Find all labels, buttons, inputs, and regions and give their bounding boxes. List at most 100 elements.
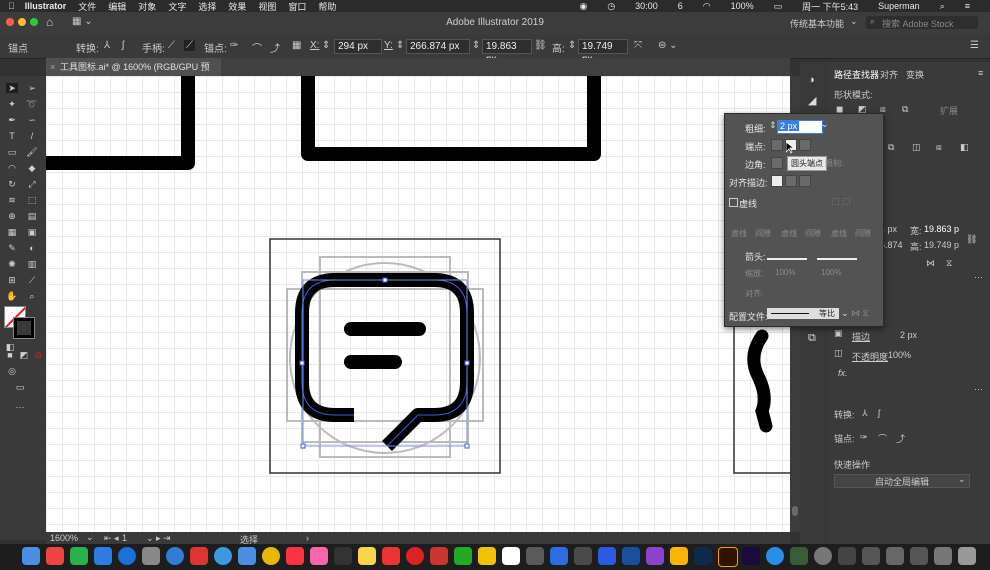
- cut-path-icon[interactable]: ⤴: [270, 40, 280, 55]
- y-stepper-icon[interactable]: ⇕: [396, 40, 404, 51]
- chrome-icon[interactable]: [262, 547, 280, 565]
- curvature-tool-icon[interactable]: ∽: [26, 115, 38, 125]
- x-field[interactable]: 294 px: [334, 39, 382, 54]
- menu-help[interactable]: 帮助: [318, 0, 336, 13]
- remove-anchor-icon[interactable]: ✑: [230, 40, 238, 51]
- menu-view[interactable]: 视图: [258, 0, 276, 13]
- user-name[interactable]: Superman: [878, 1, 920, 11]
- shape-builder-tool-icon[interactable]: ⊕: [6, 211, 18, 221]
- crop-icon[interactable]: ◧: [960, 142, 969, 153]
- app-icon[interactable]: [334, 547, 352, 565]
- sketch-icon[interactable]: [670, 547, 688, 565]
- stroke-weight-field[interactable]: 2 px: [777, 120, 823, 134]
- start-global-edit-button[interactable]: 启动全局编辑: [834, 474, 970, 488]
- app-icon[interactable]: [526, 547, 544, 565]
- lasso-tool-icon[interactable]: ➰: [26, 99, 38, 109]
- profile-select[interactable]: 等比: [767, 308, 839, 319]
- app-icon[interactable]: [166, 547, 184, 565]
- perspective-grid-tool-icon[interactable]: ▤: [26, 211, 38, 221]
- photoshop-icon[interactable]: [694, 547, 712, 565]
- eyedropper-tool-icon[interactable]: ✎: [6, 243, 18, 253]
- artboards-panel-icon[interactable]: ⧉: [808, 332, 816, 345]
- shaper-tool-icon[interactable]: ◠: [6, 163, 18, 173]
- chevron-down-icon[interactable]: ⌄: [958, 474, 966, 485]
- system-preferences-icon[interactable]: [814, 547, 832, 565]
- badge-count[interactable]: 6: [678, 1, 683, 11]
- wifi-icon[interactable]: ◠: [703, 1, 711, 12]
- link-icon[interactable]: ⛓: [966, 234, 977, 245]
- h-stepper-icon[interactable]: ⇕: [568, 40, 576, 51]
- isolate-anchors-icon[interactable]: ▦: [292, 40, 301, 51]
- app-icon[interactable]: [454, 547, 472, 565]
- close-icon[interactable]: ×: [50, 58, 55, 76]
- stroke-swatch-icon[interactable]: ▣: [834, 328, 843, 339]
- notes-icon[interactable]: [358, 547, 376, 565]
- app-icon[interactable]: [622, 547, 640, 565]
- edit-toolbar-icon[interactable]: ···: [14, 402, 26, 412]
- align-outside-button[interactable]: [799, 175, 811, 187]
- eraser-tool-icon[interactable]: ◆: [26, 163, 38, 173]
- align-center-button[interactable]: [771, 175, 783, 187]
- app-icon[interactable]: [94, 547, 112, 565]
- y-field[interactable]: 266.874 px: [406, 39, 470, 54]
- app-icon[interactable]: [838, 547, 856, 565]
- merge-icon[interactable]: ⧈: [936, 142, 942, 153]
- width-tool-icon[interactable]: ≋: [6, 195, 18, 205]
- miter-join-button[interactable]: [771, 157, 783, 169]
- stock-search-field[interactable]: ⌕ 搜索 Adobe Stock: [866, 16, 978, 29]
- music-icon[interactable]: [286, 547, 304, 565]
- expand-button[interactable]: 扩展: [940, 104, 958, 117]
- paintbrush-tool-icon[interactable]: 🖌: [26, 147, 38, 157]
- flip-profile-icon[interactable]: ⋈ ⧖: [851, 308, 869, 319]
- w-field[interactable]: 19.863 px: [482, 39, 532, 65]
- h-value[interactable]: 19.749 p: [924, 240, 959, 250]
- zoom-tool-icon[interactable]: ⌕: [26, 291, 38, 301]
- slice-tool-icon[interactable]: ⟋: [26, 275, 38, 285]
- window-thumbnail-icon[interactable]: [886, 547, 904, 565]
- rotate-tool-icon[interactable]: ↻: [6, 179, 18, 189]
- menu-effect[interactable]: 效果: [228, 0, 246, 13]
- app-icon[interactable]: [46, 547, 64, 565]
- appearance-panel-icon[interactable]: ◑: [808, 74, 815, 86]
- butt-cap-button[interactable]: [771, 139, 783, 151]
- end-scale-field[interactable]: 100%: [821, 268, 841, 277]
- window-thumbnail-icon[interactable]: [934, 547, 952, 565]
- divide-icon[interactable]: ⧉: [888, 142, 894, 153]
- weight-stepper-icon[interactable]: ⇕: [769, 120, 777, 131]
- cut-path-icon[interactable]: ⤴: [896, 432, 905, 445]
- timer-text[interactable]: 30:00: [635, 1, 658, 11]
- draw-mode-icon[interactable]: ◎: [6, 366, 18, 376]
- chevron-down-icon[interactable]: ⌄: [821, 119, 829, 130]
- tab-pathfinder[interactable]: 路径查找器: [834, 68, 879, 81]
- pen-tool-icon[interactable]: ✒: [6, 115, 18, 125]
- line-tool-icon[interactable]: /: [26, 131, 38, 141]
- connect-anchor-icon[interactable]: ⌒: [252, 40, 262, 55]
- remove-anchor-icon[interactable]: ✑: [860, 432, 868, 443]
- x-stepper-icon[interactable]: ⇕: [322, 40, 330, 51]
- dashed-checkbox[interactable]: [729, 198, 738, 207]
- menu-select[interactable]: 选择: [198, 0, 216, 13]
- screen-mode-icon[interactable]: ▭: [14, 382, 26, 392]
- stroke-weight-field[interactable]: 2 px: [900, 330, 917, 340]
- app-icon[interactable]: [406, 547, 424, 565]
- type-tool-icon[interactable]: T: [6, 131, 18, 141]
- app-icon[interactable]: [550, 547, 568, 565]
- window-thumbnail-icon[interactable]: [910, 547, 928, 565]
- window-thumbnail-icon[interactable]: [862, 547, 880, 565]
- blend-tool-icon[interactable]: ◐: [26, 243, 38, 253]
- connect-anchor-icon[interactable]: ⌒: [878, 432, 887, 445]
- after-effects-icon[interactable]: [742, 547, 760, 565]
- dash-align-icon[interactable]: ⬚ ⬚: [831, 196, 851, 207]
- launchpad-icon[interactable]: [142, 547, 160, 565]
- start-scale-field[interactable]: 100%: [775, 268, 795, 277]
- artboard-tool-icon[interactable]: ⊞: [6, 275, 18, 285]
- opacity-label[interactable]: 不透明度: [852, 350, 888, 363]
- convert-smooth-icon[interactable]: ʃ: [122, 40, 124, 51]
- hide-handles-icon[interactable]: ⟋: [184, 40, 195, 51]
- control-center-icon[interactable]: ≡: [965, 1, 970, 11]
- gradient-mode-icon[interactable]: ◩: [18, 350, 30, 360]
- status-dot-icon[interactable]: ◉: [579, 1, 587, 12]
- mesh-tool-icon[interactable]: ▦: [6, 227, 18, 237]
- safari-icon[interactable]: [214, 547, 232, 565]
- app-icon[interactable]: [646, 547, 664, 565]
